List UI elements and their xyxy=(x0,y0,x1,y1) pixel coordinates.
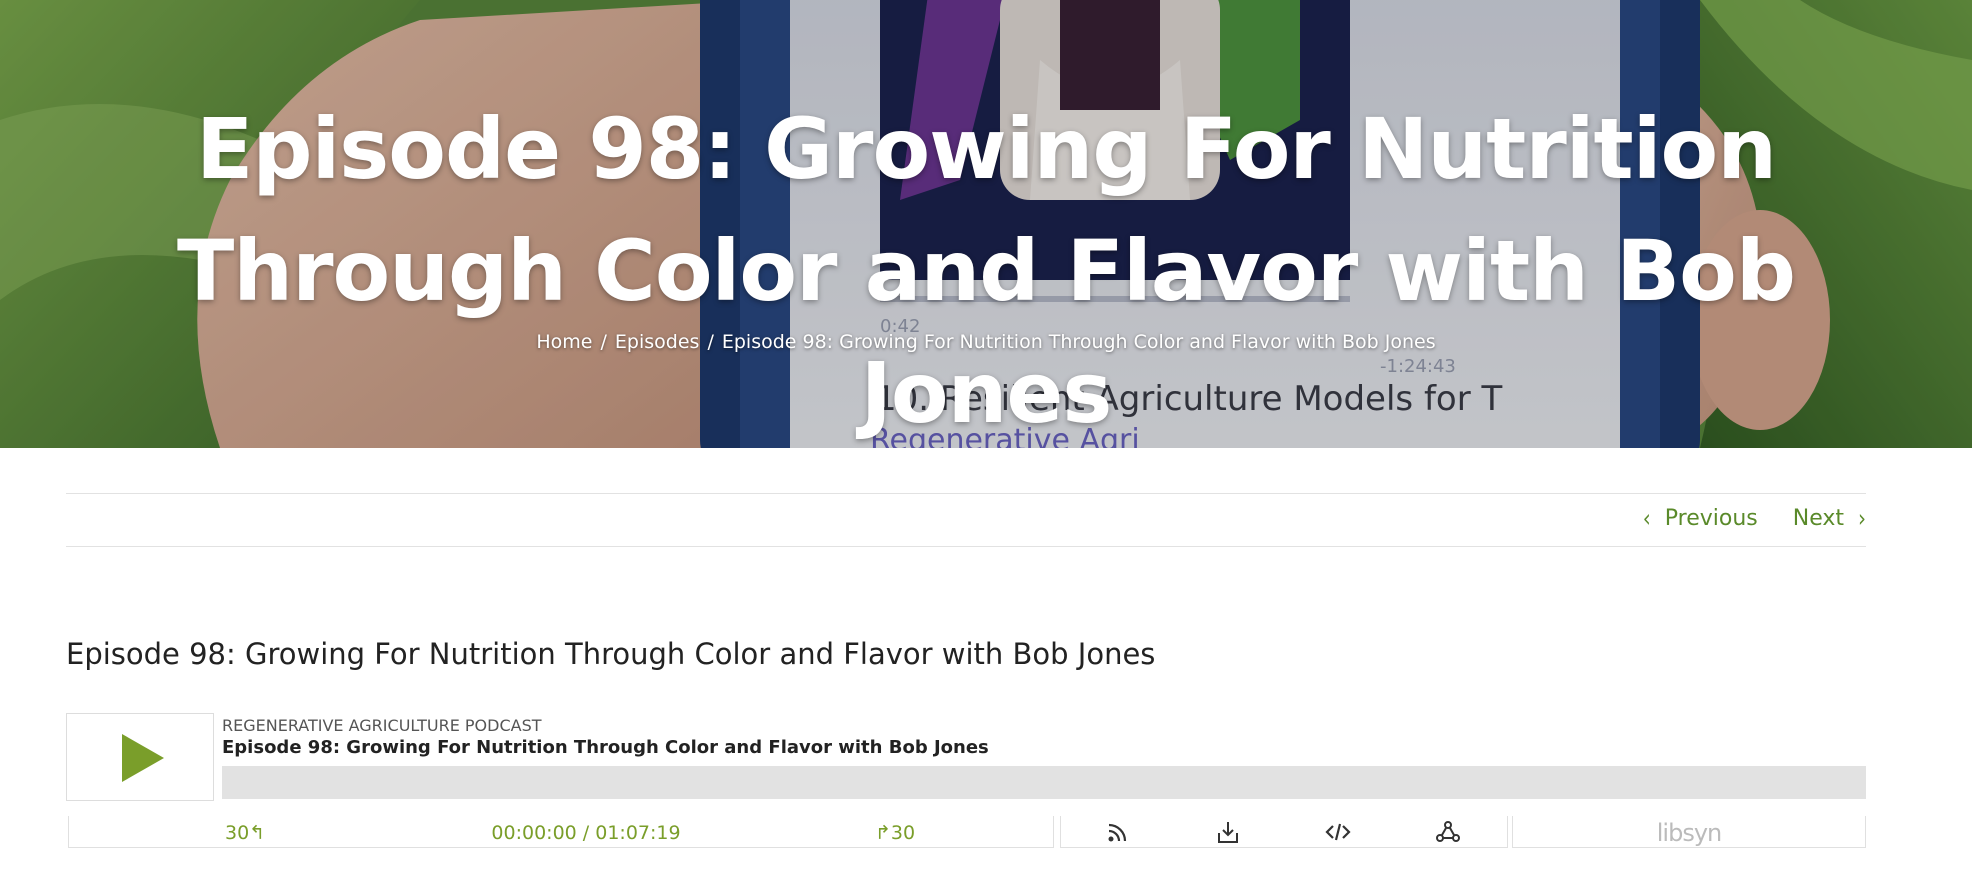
next-post-link[interactable]: Next › xyxy=(1792,503,1866,533)
rss-icon[interactable] xyxy=(1105,819,1131,845)
libsyn-logo[interactable]: libsyn xyxy=(1513,819,1865,847)
episode-name: Episode 98: Growing For Nutrition Throug… xyxy=(222,737,989,758)
play-icon xyxy=(122,734,164,782)
podcast-player: REGENERATIVE AGRICULTURE PODCAST Episode… xyxy=(66,713,1866,871)
breadcrumb-separator: / xyxy=(600,331,607,353)
player-actions xyxy=(1060,816,1508,848)
next-post-label: Next xyxy=(1792,506,1844,531)
embed-code-icon[interactable] xyxy=(1325,819,1351,845)
progress-bar[interactable] xyxy=(222,766,1866,799)
play-button[interactable] xyxy=(66,713,214,801)
post-nav-links: ‹ Previous Next › xyxy=(1642,503,1866,533)
post-title: Episode 98: Growing For Nutrition Throug… xyxy=(66,637,1156,671)
branding: libsyn xyxy=(1512,816,1866,848)
previous-post-label: Previous xyxy=(1664,506,1758,531)
time-display: 00:00:00 / 01:07:19 xyxy=(491,822,681,844)
share-icon[interactable] xyxy=(1435,819,1461,845)
breadcrumb: Home / Episodes / Episode 98: Growing For Nu… xyxy=(0,331,1972,353)
breadcrumb-episodes-link[interactable]: Episodes xyxy=(615,331,700,353)
rewind-30-button[interactable]: 30↰ xyxy=(225,822,265,844)
chevron-right-icon: › xyxy=(1858,503,1866,533)
chevron-left-icon: ‹ xyxy=(1642,503,1651,533)
previous-post-link[interactable]: ‹ Previous xyxy=(1642,503,1758,533)
forward-30-button[interactable]: ↱30 xyxy=(875,822,915,844)
breadcrumb-separator: / xyxy=(707,331,714,353)
hero-banner: 10. Resilient Agriculture Models for T R… xyxy=(0,0,1972,448)
breadcrumb-current: Episode 98: Growing For Nutrition Throug… xyxy=(721,331,1436,353)
download-icon[interactable] xyxy=(1215,819,1241,845)
post-navigation: ‹ Previous Next › xyxy=(66,493,1866,547)
hero-title: Episode 98: Growing For Nutrition Throug… xyxy=(176,100,1796,442)
player-controls: 30↰ 00:00:00 / 01:07:19 ↱30 libsyn xyxy=(68,816,1866,848)
playback-controls: 30↰ 00:00:00 / 01:07:19 ↱30 xyxy=(68,816,1054,848)
podcast-name: REGENERATIVE AGRICULTURE PODCAST xyxy=(222,716,542,735)
breadcrumb-home-link[interactable]: Home xyxy=(536,331,592,353)
